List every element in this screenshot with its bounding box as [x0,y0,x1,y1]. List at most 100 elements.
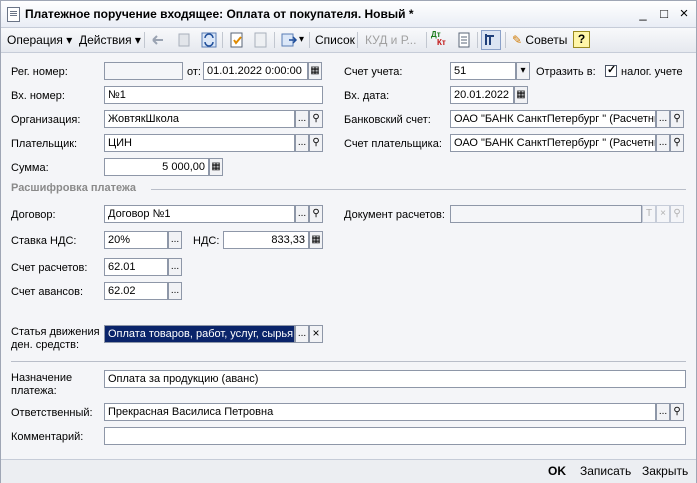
section-divider [151,189,686,190]
settlement-doc-label: Документ расчетов: [344,209,445,221]
account-label: Счет учета: [344,66,403,78]
actions-menu[interactable]: Действия ▾ [77,31,143,49]
sum-label: Сумма: [11,162,49,174]
save-button[interactable]: Записать [580,464,631,478]
sum-field[interactable]: 5 000,00 [104,158,209,176]
calculator-icon[interactable]: ▦ [309,231,323,249]
close-window-button[interactable]: × [675,5,693,22]
goto-icon[interactable] [280,31,298,49]
vat-rate-field[interactable]: 20% [104,231,168,249]
maximize-button[interactable]: □ [655,5,673,22]
chevron-down-icon[interactable]: ▾ [516,62,530,80]
advance-account-field[interactable]: 62.02 [104,282,168,300]
search-icon[interactable]: ⚲ [670,205,684,223]
chevron-down-icon: ▾ [134,33,141,47]
comment-label: Комментарий: [11,431,84,443]
purpose-field[interactable]: Оплата за продукцию (аванс) [104,370,686,388]
clear-icon[interactable]: × [309,325,323,343]
bottom-bar: OK Записать Закрыть [1,459,696,483]
calendar-icon[interactable]: ▦ [308,62,322,80]
payer-select-button[interactable]: ... [295,134,309,152]
operation-menu[interactable]: Операция ▾ [5,31,74,49]
date-field[interactable]: 01.01.2022 0:00:00 [203,62,308,80]
in-date-label: Вх. дата: [344,90,390,102]
search-icon[interactable]: ⚲ [309,110,323,128]
document-grey-icon[interactable] [175,31,193,49]
settlement-doc-field[interactable] [450,205,642,223]
title-bar: Платежное поручение входящее: Оплата от … [1,1,696,28]
toolbar-separator [426,32,427,48]
search-icon[interactable]: ⚲ [309,134,323,152]
tips-button[interactable]: ✎ Советы [510,31,569,49]
in-date-field[interactable]: 20.01.2022 [450,86,514,104]
tax-checkbox[interactable] [605,63,617,77]
vat-label: НДС: [193,235,220,247]
organization-select-button[interactable]: ... [295,110,309,128]
structure-toggle[interactable] [481,30,501,50]
responsible-label: Ответственный: [11,407,93,419]
calendar-icon[interactable]: ▦ [514,86,528,104]
organization-field[interactable]: ЖовтякШкола [104,110,295,128]
toolbar-separator [144,32,145,48]
payer-account-label: Счет плательщика: [344,138,442,150]
cashflow-field[interactable]: Оплата товаров, работ, услуг, сырья [104,325,295,343]
organization-label: Организация: [11,114,81,126]
bank-select-button[interactable]: ... [656,110,670,128]
toolbar-separator [274,32,275,48]
purpose-label-line2: платежа: [11,385,57,397]
bank-account-field[interactable]: ОАО "БАНК СанктПетербург " (Расчетный) [450,110,656,128]
operation-label: Операция [7,33,63,47]
chevron-down-icon[interactable]: ▾ [297,31,306,49]
vat-rate-select-button[interactable]: ... [168,231,182,249]
close-button[interactable]: Закрыть [642,464,688,478]
bank-account-label: Банковский счет: [344,114,431,126]
payer-account-field[interactable]: ОАО "БАНК СанктПетербург " (Расчетный) [450,134,656,152]
search-icon[interactable]: ⚲ [670,403,684,421]
advance-account-select-button[interactable]: ... [168,282,182,300]
cashflow-label-line2: ден. средств: [11,339,80,351]
contract-field[interactable]: Договор №1 [104,205,295,223]
search-icon[interactable]: ⚲ [670,110,684,128]
cashflow-select-button[interactable]: ... [295,325,309,343]
refresh-icon[interactable] [200,31,218,49]
vat-rate-label: Ставка НДС: [11,235,77,247]
search-icon[interactable]: ⚲ [670,134,684,152]
toolbar-separator [505,32,506,48]
responsible-select-button[interactable]: ... [656,403,670,421]
post-document-icon[interactable] [228,31,246,49]
purpose-label-line1: Назначение [11,372,73,384]
in-number-label: Вх. номер: [11,90,65,102]
unpost-document-icon[interactable] [252,31,270,49]
back-arrow-icon[interactable] [150,31,168,49]
cashflow-label: Статья движения ден. средств: [11,326,100,352]
reg-number-field[interactable] [104,62,183,80]
toolbar-separator [357,32,358,48]
section-title: Расшифровка платежа [11,182,137,194]
toolbar-separator [222,32,223,48]
calc-account-select-button[interactable]: ... [168,258,182,276]
kud-button[interactable]: КУД и Р... [363,31,418,49]
minimize-button[interactable]: _ [634,5,652,22]
calculator-icon[interactable]: ▦ [209,158,223,176]
payer-account-select-button[interactable]: ... [656,134,670,152]
list-button[interactable]: Список [313,31,357,49]
hierarchy-icon [485,34,494,45]
in-number-field[interactable]: №1 [104,86,323,104]
clear-icon[interactable]: × [656,205,670,223]
from-label: от: [187,66,201,78]
tips-icon: ✎ [512,33,523,47]
type-button[interactable]: T [642,205,656,223]
vat-field[interactable]: 833,33 [223,231,309,249]
responsible-field[interactable]: Прекрасная Василиса Петровна [104,403,656,421]
calc-account-field[interactable]: 62.01 [104,258,168,276]
ok-button[interactable]: OK [548,464,566,478]
help-button[interactable]: ? [573,31,590,48]
payer-field[interactable]: ЦИН [104,134,295,152]
account-field[interactable]: 51 [450,62,516,80]
search-icon[interactable]: ⚲ [309,205,323,223]
dtkt-icon[interactable]: Дт Кт [431,31,449,49]
contract-select-button[interactable]: ... [295,205,309,223]
report-icon[interactable] [455,31,473,49]
comment-field[interactable] [104,427,686,445]
tips-label: Советы [525,33,568,47]
